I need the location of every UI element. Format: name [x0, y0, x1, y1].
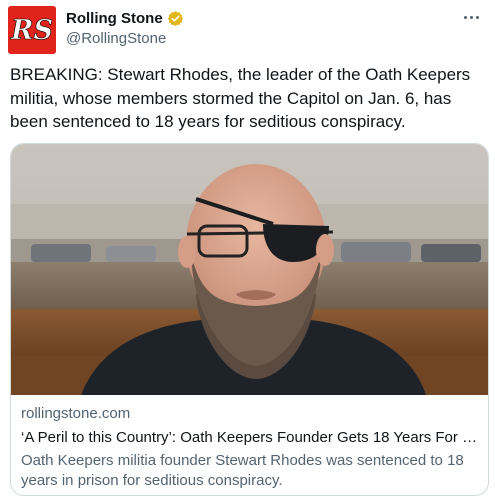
- card-domain: rollingstone.com: [21, 405, 131, 422]
- author-handle[interactable]: @RollingStone: [66, 30, 184, 47]
- tweet[interactable]: RS Rolling Stone @RollingStone BREAKING:…: [0, 0, 495, 500]
- card-photo: [11, 144, 488, 395]
- rolling-stone-logo-icon: RS: [8, 6, 56, 54]
- author-display-name[interactable]: Rolling Stone: [66, 10, 163, 27]
- link-card[interactable]: rollingstone.com ‘A Peril to this Countr…: [10, 143, 489, 496]
- card-description: Oath Keepers militia founder Stewart Rho…: [21, 452, 464, 489]
- tweet-text: BREAKING: Stewart Rhodes, the leader of …: [10, 65, 471, 131]
- avatar[interactable]: RS: [8, 6, 56, 54]
- avatar-logo-text: RS: [10, 15, 53, 46]
- verified-badge-icon[interactable]: [167, 10, 184, 27]
- card-body: rollingstone.com ‘A Peril to this Countr…: [21, 403, 483, 491]
- card-image[interactable]: [11, 144, 488, 395]
- author-block: Rolling Stone @RollingStone: [66, 9, 184, 47]
- card-title[interactable]: ‘A Peril to this Country’: Oath Keepers …: [21, 427, 483, 449]
- more-horizontal-icon[interactable]: [461, 8, 481, 26]
